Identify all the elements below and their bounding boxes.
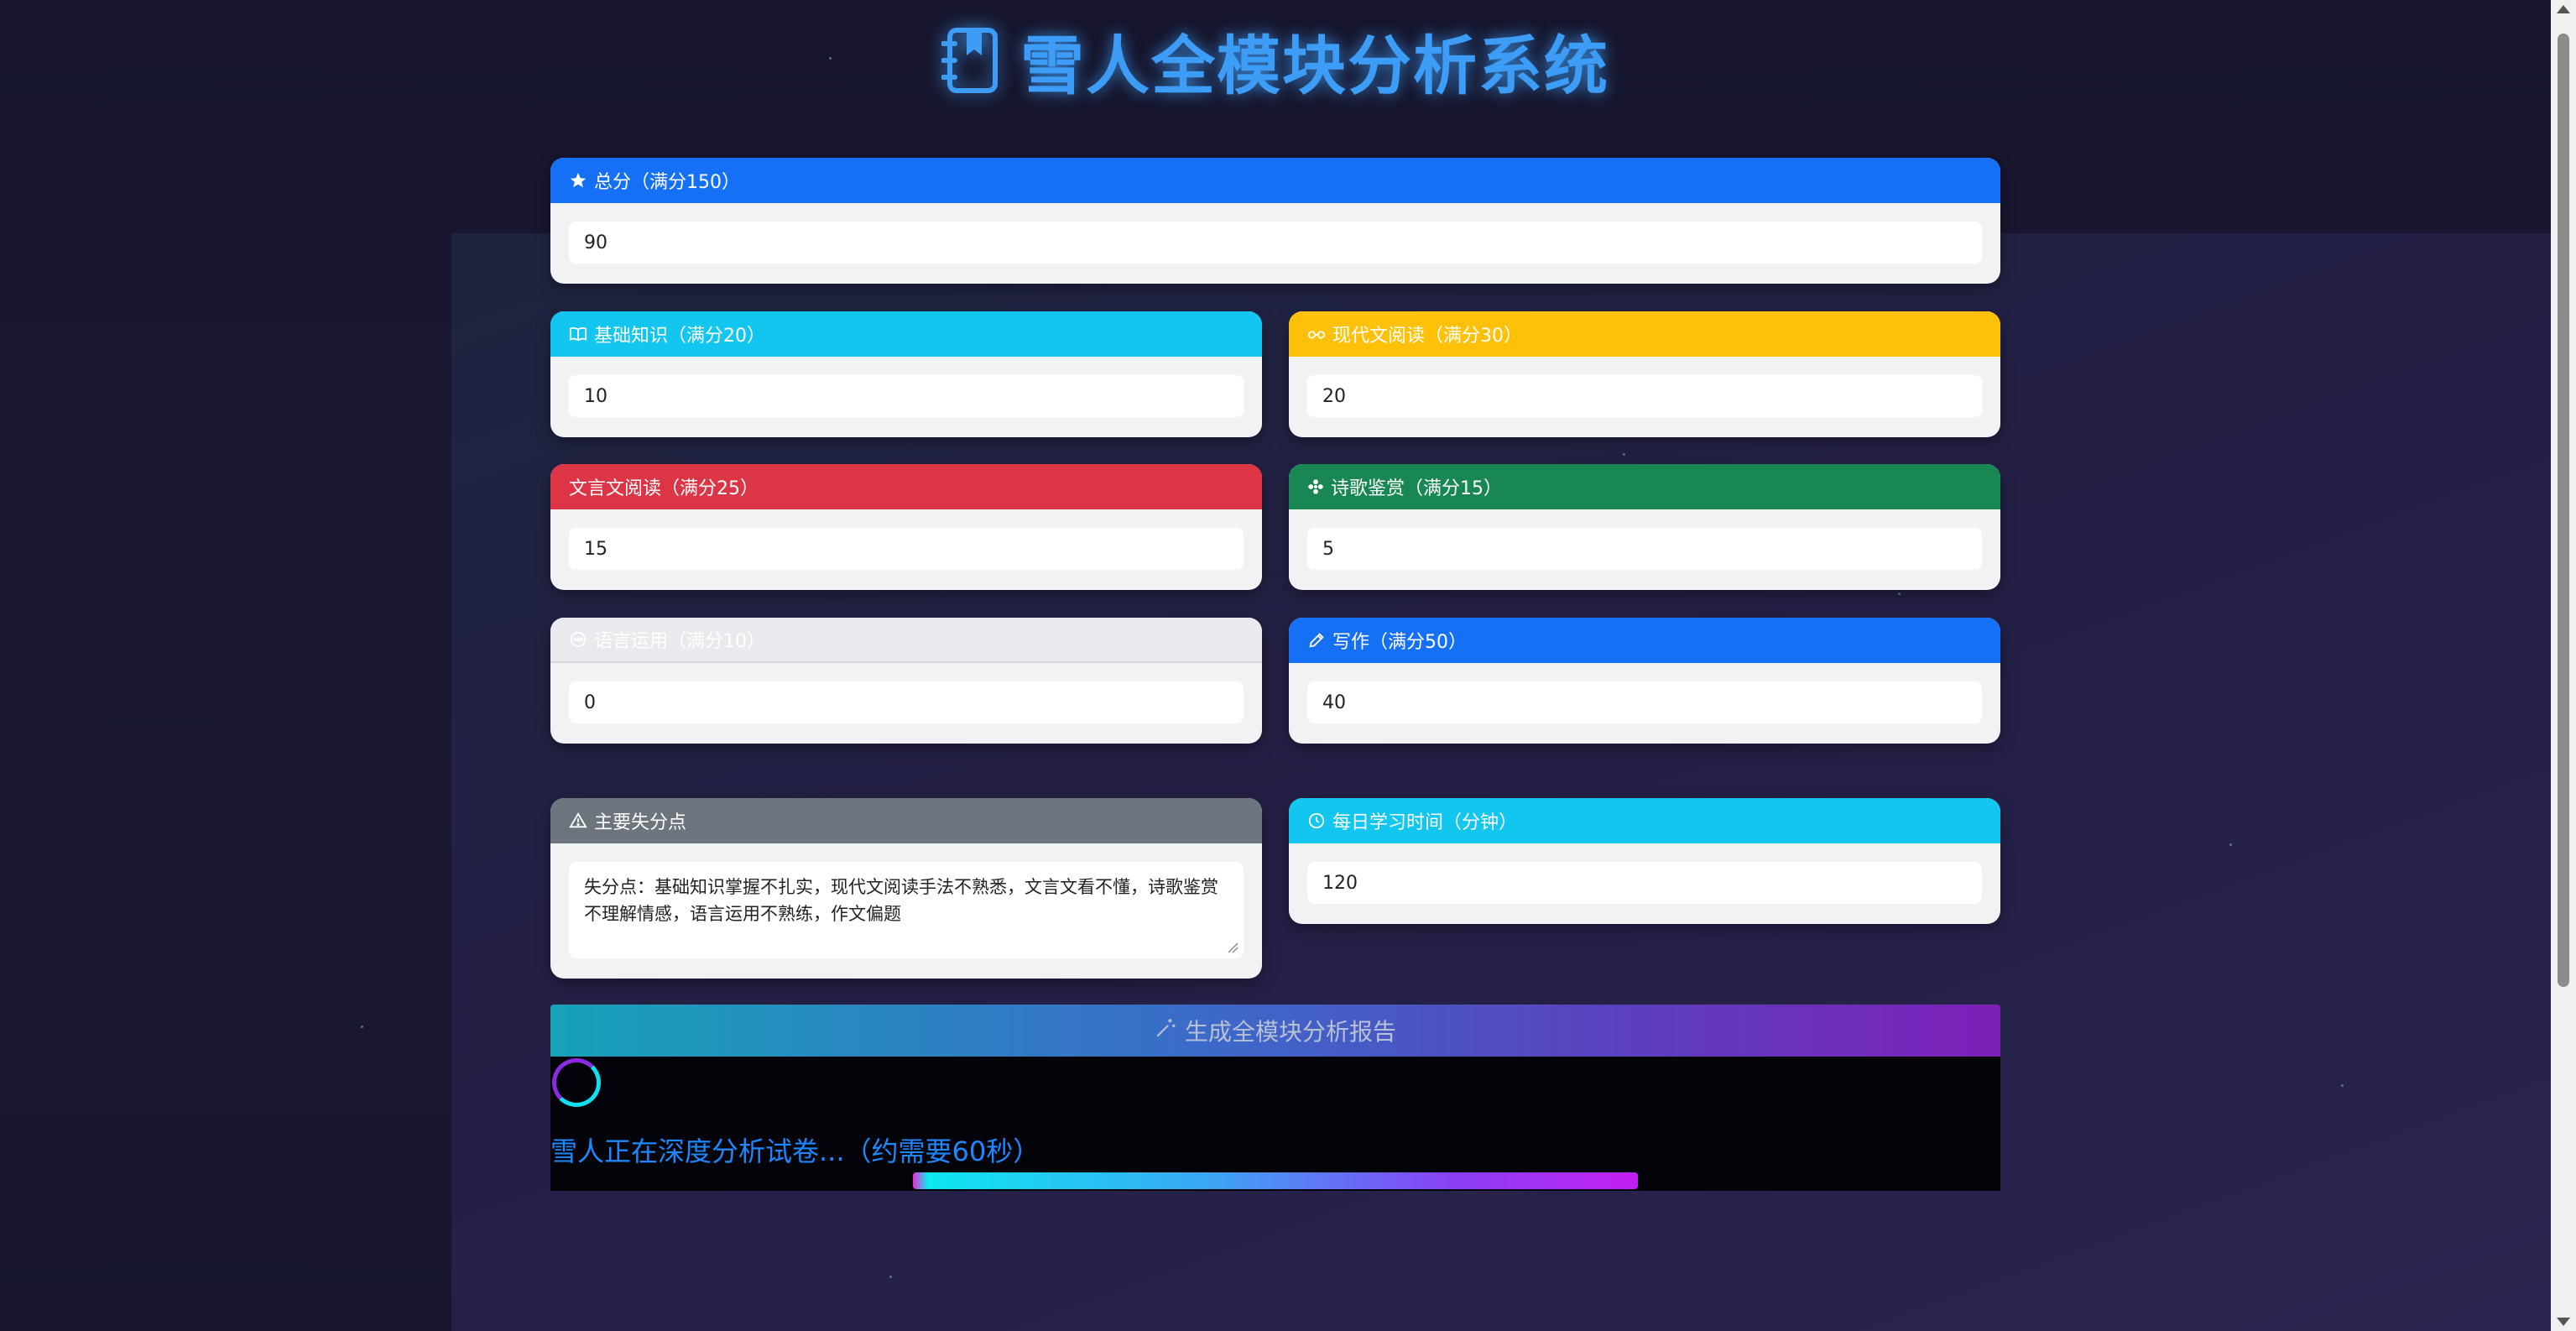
poetry-input[interactable]: 5 xyxy=(1307,528,1982,570)
star-decoration xyxy=(1898,592,1901,595)
language-use-label: 语言运用（满分10） xyxy=(594,631,765,652)
book-icon xyxy=(569,325,587,343)
poetry-label: 诗歌鉴赏（满分15） xyxy=(1331,478,1502,499)
modern-reading-label: 现代文阅读（满分30） xyxy=(1332,326,1522,347)
loading-panel: 雪人正在深度分析试卷...（约需要60秒） xyxy=(550,1057,2000,1191)
star-decoration xyxy=(889,1276,892,1278)
poetry-card: 诗歌鉴赏（满分15） 5 xyxy=(1289,464,2000,590)
loading-spinner xyxy=(552,1058,601,1107)
language-use-card: 语言运用（满分10） 0 xyxy=(550,618,1262,744)
modern-reading-input[interactable]: 20 xyxy=(1307,375,1982,417)
poetry-header: 诗歌鉴赏（满分15） xyxy=(1289,464,2000,509)
warning-icon xyxy=(569,812,587,830)
language-use-header: 语言运用（满分10） xyxy=(550,618,1262,663)
flower-icon xyxy=(1307,478,1324,495)
loading-text: 雪人正在深度分析试卷...（约需要60秒） xyxy=(550,1135,1040,1167)
modern-reading-header: 现代文阅读（满分30） xyxy=(1289,311,2000,357)
writing-label: 写作（满分50） xyxy=(1332,632,1467,653)
scroll-down-arrow-icon[interactable] xyxy=(2557,1318,2570,1326)
lost-points-label: 主要失分点 xyxy=(594,812,687,833)
resize-handle-icon[interactable] xyxy=(1227,942,1238,953)
star-icon xyxy=(569,171,587,190)
scrollbar-thumb[interactable] xyxy=(2558,34,2569,987)
writing-header: 写作（满分50） xyxy=(1289,618,2000,663)
glasses-icon xyxy=(1307,325,1326,343)
basic-knowledge-card: 基础知识（满分20） 10 xyxy=(550,311,1262,437)
generate-report-button[interactable]: 生成全模块分析报告 xyxy=(550,1005,2000,1057)
page-title-text: 雪人全模块分析系统 xyxy=(1020,29,1609,103)
classical-reading-input[interactable]: 15 xyxy=(569,528,1244,570)
star-decoration xyxy=(361,1026,363,1028)
journal-bookmark-icon xyxy=(941,27,1000,94)
total-score-label: 总分（满分150） xyxy=(594,172,740,193)
star-decoration xyxy=(2341,1084,2344,1087)
language-use-input[interactable]: 0 xyxy=(569,681,1244,723)
basic-knowledge-label: 基础知识（满分20） xyxy=(594,326,765,347)
total-score-card: 总分（满分150） 90 xyxy=(550,158,2000,284)
generate-report-label: 生成全模块分析报告 xyxy=(1184,1018,1396,1046)
modern-reading-card: 现代文阅读（满分30） 20 xyxy=(1289,311,2000,437)
chat-icon xyxy=(569,630,587,649)
writing-card: 写作（满分50） 40 xyxy=(1289,618,2000,744)
study-time-input[interactable]: 120 xyxy=(1307,862,1982,904)
classical-reading-card: 文言文阅读（满分25） 15 xyxy=(550,464,1262,590)
writing-input[interactable]: 40 xyxy=(1307,681,1982,723)
study-time-header: 每日学习时间（分钟） xyxy=(1289,798,2000,843)
lost-points-textarea[interactable]: 失分点：基础知识掌握不扎实，现代文阅读手法不熟悉，文言文看不懂，诗歌鉴赏不理解情… xyxy=(569,862,1244,958)
study-time-label: 每日学习时间（分钟） xyxy=(1332,812,1518,833)
basic-knowledge-input[interactable]: 10 xyxy=(569,375,1244,417)
pencil-icon xyxy=(1307,631,1326,650)
scroll-up-arrow-icon[interactable] xyxy=(2557,5,2570,13)
progress-bar xyxy=(913,1172,1638,1189)
page-title: 雪人全模块分析系统 xyxy=(0,18,2551,103)
lost-points-header: 主要失分点 xyxy=(550,798,1262,843)
basic-knowledge-header: 基础知识（满分20） xyxy=(550,311,1262,357)
lost-points-card: 主要失分点 失分点：基础知识掌握不扎实，现代文阅读手法不熟悉，文言文看不懂，诗歌… xyxy=(550,798,1262,979)
magic-wand-icon xyxy=(1155,1017,1176,1045)
star-decoration xyxy=(2229,843,2232,846)
star-decoration xyxy=(1623,453,1625,456)
lost-points-text: 失分点：基础知识掌握不扎实，现代文阅读手法不熟悉，文言文看不懂，诗歌鉴赏不理解情… xyxy=(584,877,1218,924)
total-score-input[interactable]: 90 xyxy=(569,222,1982,264)
progress-bar-fill xyxy=(913,1172,1638,1189)
classical-reading-header: 文言文阅读（满分25） xyxy=(550,464,1262,509)
study-time-card: 每日学习时间（分钟） 120 xyxy=(1289,798,2000,924)
page-scrollbar[interactable] xyxy=(2551,0,2576,1331)
classical-reading-label: 文言文阅读（满分25） xyxy=(569,478,759,499)
total-score-header: 总分（满分150） xyxy=(550,158,2000,203)
clock-icon xyxy=(1307,812,1326,830)
